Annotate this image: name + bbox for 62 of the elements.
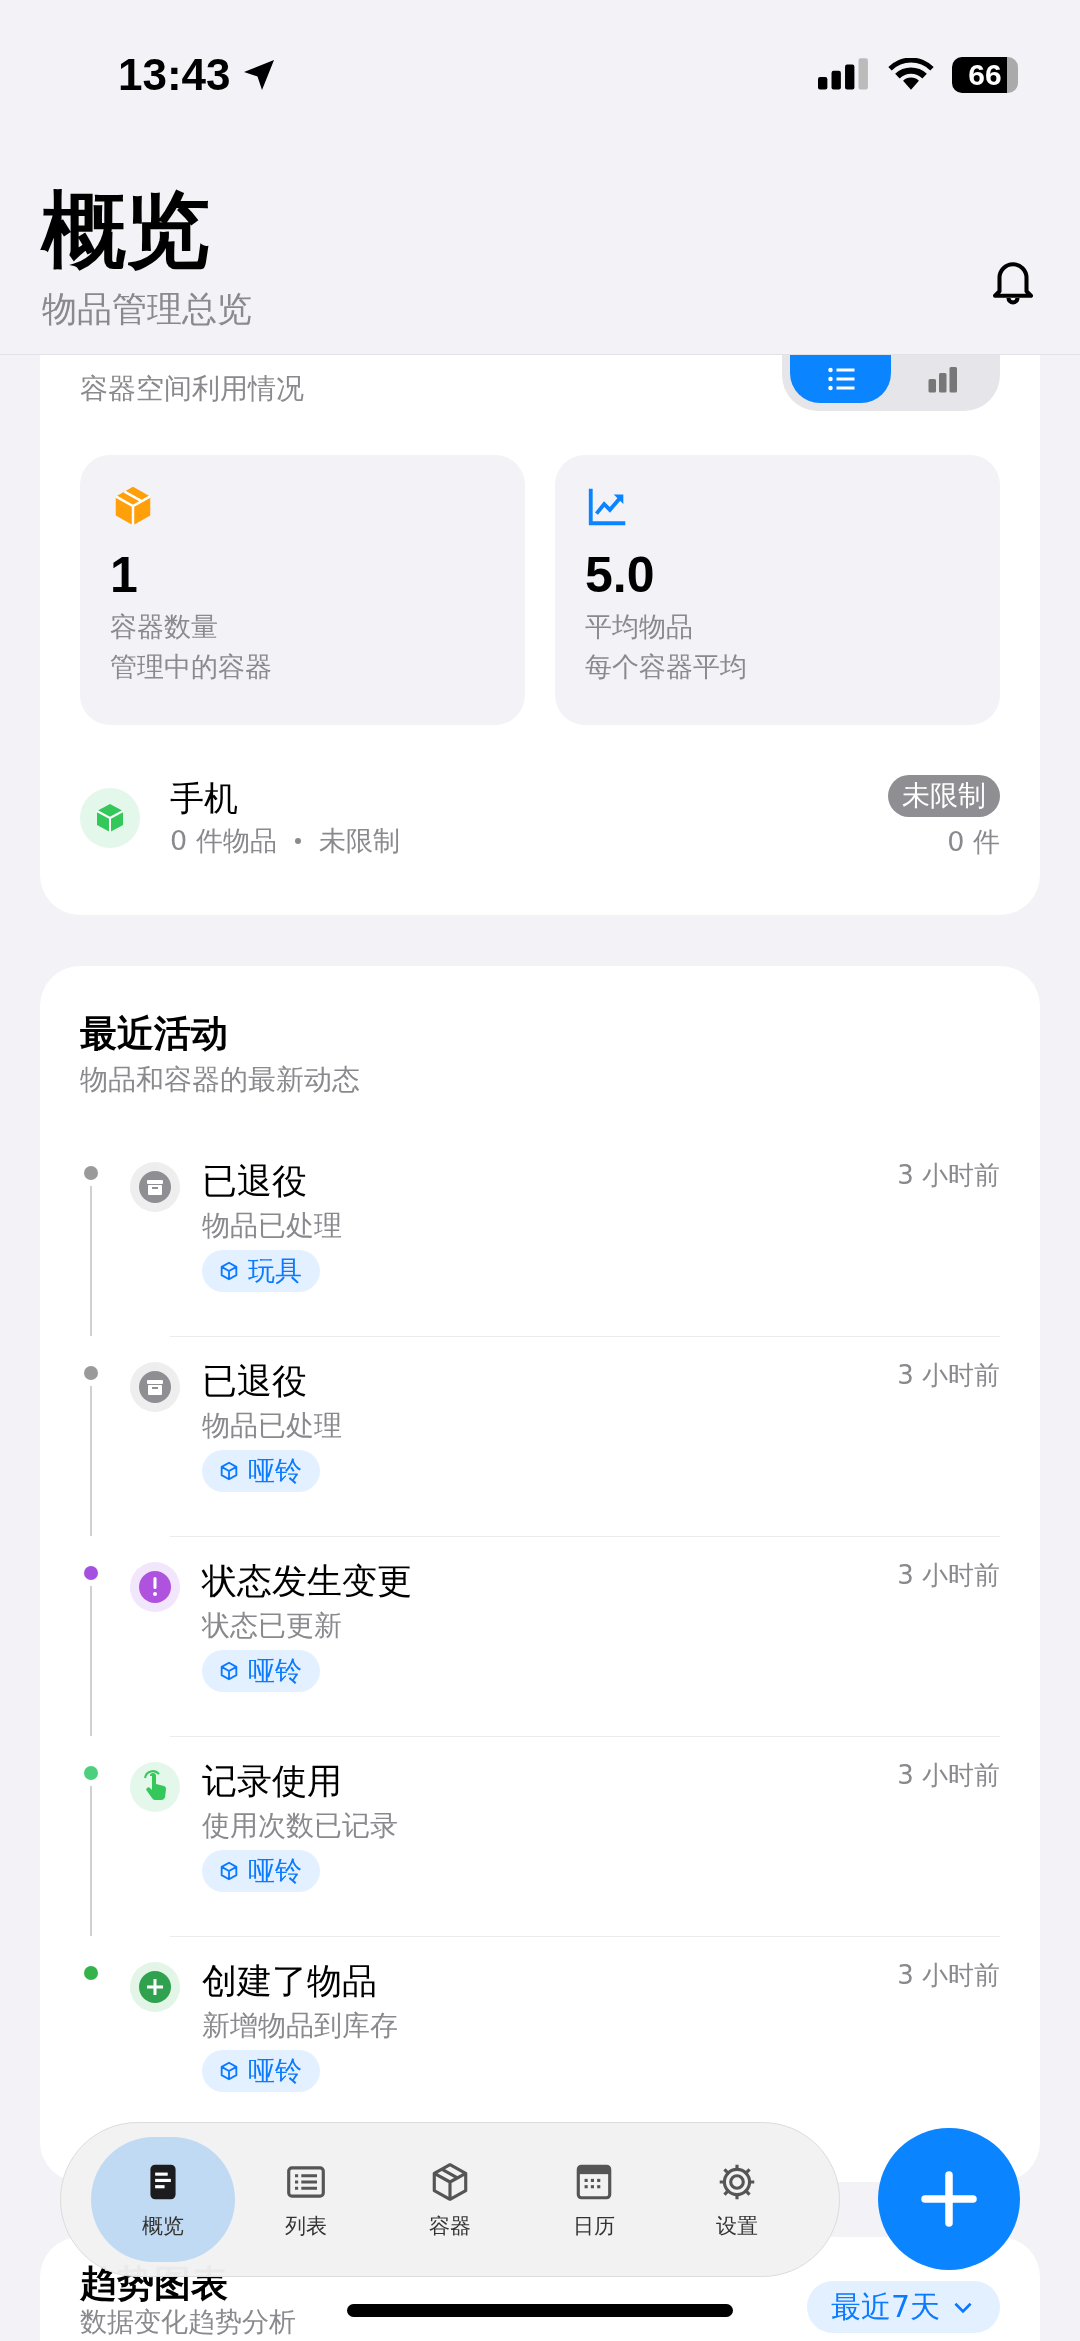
page-title: 概览 [42, 180, 211, 281]
activity-title: 状态发生变更 [202, 1560, 413, 1603]
item-tag[interactable]: 玩具 [202, 1250, 320, 1292]
stat-description: 每个容器平均 [585, 650, 748, 684]
stat-value: 5.0 [585, 546, 656, 605]
activity-description: 物品已处理 [202, 1408, 343, 1444]
plus-icon [919, 2169, 979, 2229]
archive-icon [130, 1162, 180, 1212]
activity-time: 3 小时前 [897, 1159, 1000, 1192]
card-title: 趋势图表 [80, 2261, 229, 2307]
container-name: 手机 [170, 777, 239, 820]
container-count: 0 件 [947, 825, 1000, 859]
activity-title: 记录使用 [202, 1760, 343, 1803]
box-icon [80, 788, 140, 848]
activity-description: 状态已更新 [202, 1608, 343, 1644]
separator-dot [294, 838, 301, 844]
wifi-icon [888, 58, 934, 92]
cube-icon [218, 1660, 240, 1682]
stat-label: 容器数量 [110, 610, 219, 644]
battery-indicator: 66 [952, 57, 1018, 93]
tab-item[interactable]: 容器 [378, 2137, 522, 2262]
activity-time: 3 小时前 [897, 1359, 1000, 1392]
activity-title: 创建了物品 [202, 1960, 378, 2003]
cube-icon [218, 1260, 240, 1282]
cube-icon [218, 1860, 240, 1882]
plus-circle-icon [130, 1962, 180, 2012]
cube-icon [218, 2060, 240, 2082]
activity-time: 3 小时前 [897, 1959, 1000, 1992]
card-subtitle: 容器空间利用情况 [80, 371, 304, 407]
item-count: 0 件物品 [170, 824, 277, 858]
item-tag[interactable]: 哑铃 [202, 1650, 320, 1692]
activity-description: 新增物品到库存 [202, 2008, 399, 2044]
activity-description: 物品已处理 [202, 1208, 343, 1244]
activity-title: 已退役 [202, 1160, 308, 1203]
limit-text: 未限制 [318, 824, 400, 858]
page-subtitle: 物品管理总览 [42, 288, 252, 331]
card-subtitle: 数据变化趋势分析 [80, 2307, 296, 2337]
tab-item[interactable]: 列表 [234, 2137, 379, 2262]
activity-description: 使用次数已记录 [202, 1808, 399, 1844]
range-dropdown[interactable]: 最近7天 [806, 2281, 1000, 2333]
item-tag[interactable]: 哑铃 [202, 1450, 320, 1492]
item-tag[interactable]: 哑铃 [202, 1850, 320, 1892]
signal-icon [818, 58, 870, 92]
limit-badge: 未限制 [888, 775, 1000, 817]
item-tag[interactable]: 哑铃 [202, 2050, 320, 2092]
status-time: 13:43 [118, 50, 231, 100]
stat-description: 管理中的容器 [110, 650, 273, 684]
activity-title: 已退役 [202, 1360, 308, 1403]
stat-label: 平均物品 [585, 610, 694, 644]
cube-icon [218, 1460, 240, 1482]
exclamation-icon [130, 1562, 180, 1612]
archive-icon [130, 1362, 180, 1412]
stat-value: 1 [110, 546, 139, 605]
hand-tap-icon [130, 1762, 180, 1812]
activity-time: 3 小时前 [897, 1559, 1000, 1592]
card-subtitle: 物品和容器的最新动态 [80, 1062, 361, 1098]
tab-item[interactable]: 日历 [521, 2137, 666, 2262]
list-view-button[interactable] [790, 355, 891, 403]
tab-item[interactable]: 概览 [91, 2137, 235, 2262]
card-title: 最近活动 [80, 1011, 229, 1057]
activity-time: 3 小时前 [897, 1759, 1000, 1792]
tab-item[interactable]: 设置 [665, 2137, 809, 2262]
